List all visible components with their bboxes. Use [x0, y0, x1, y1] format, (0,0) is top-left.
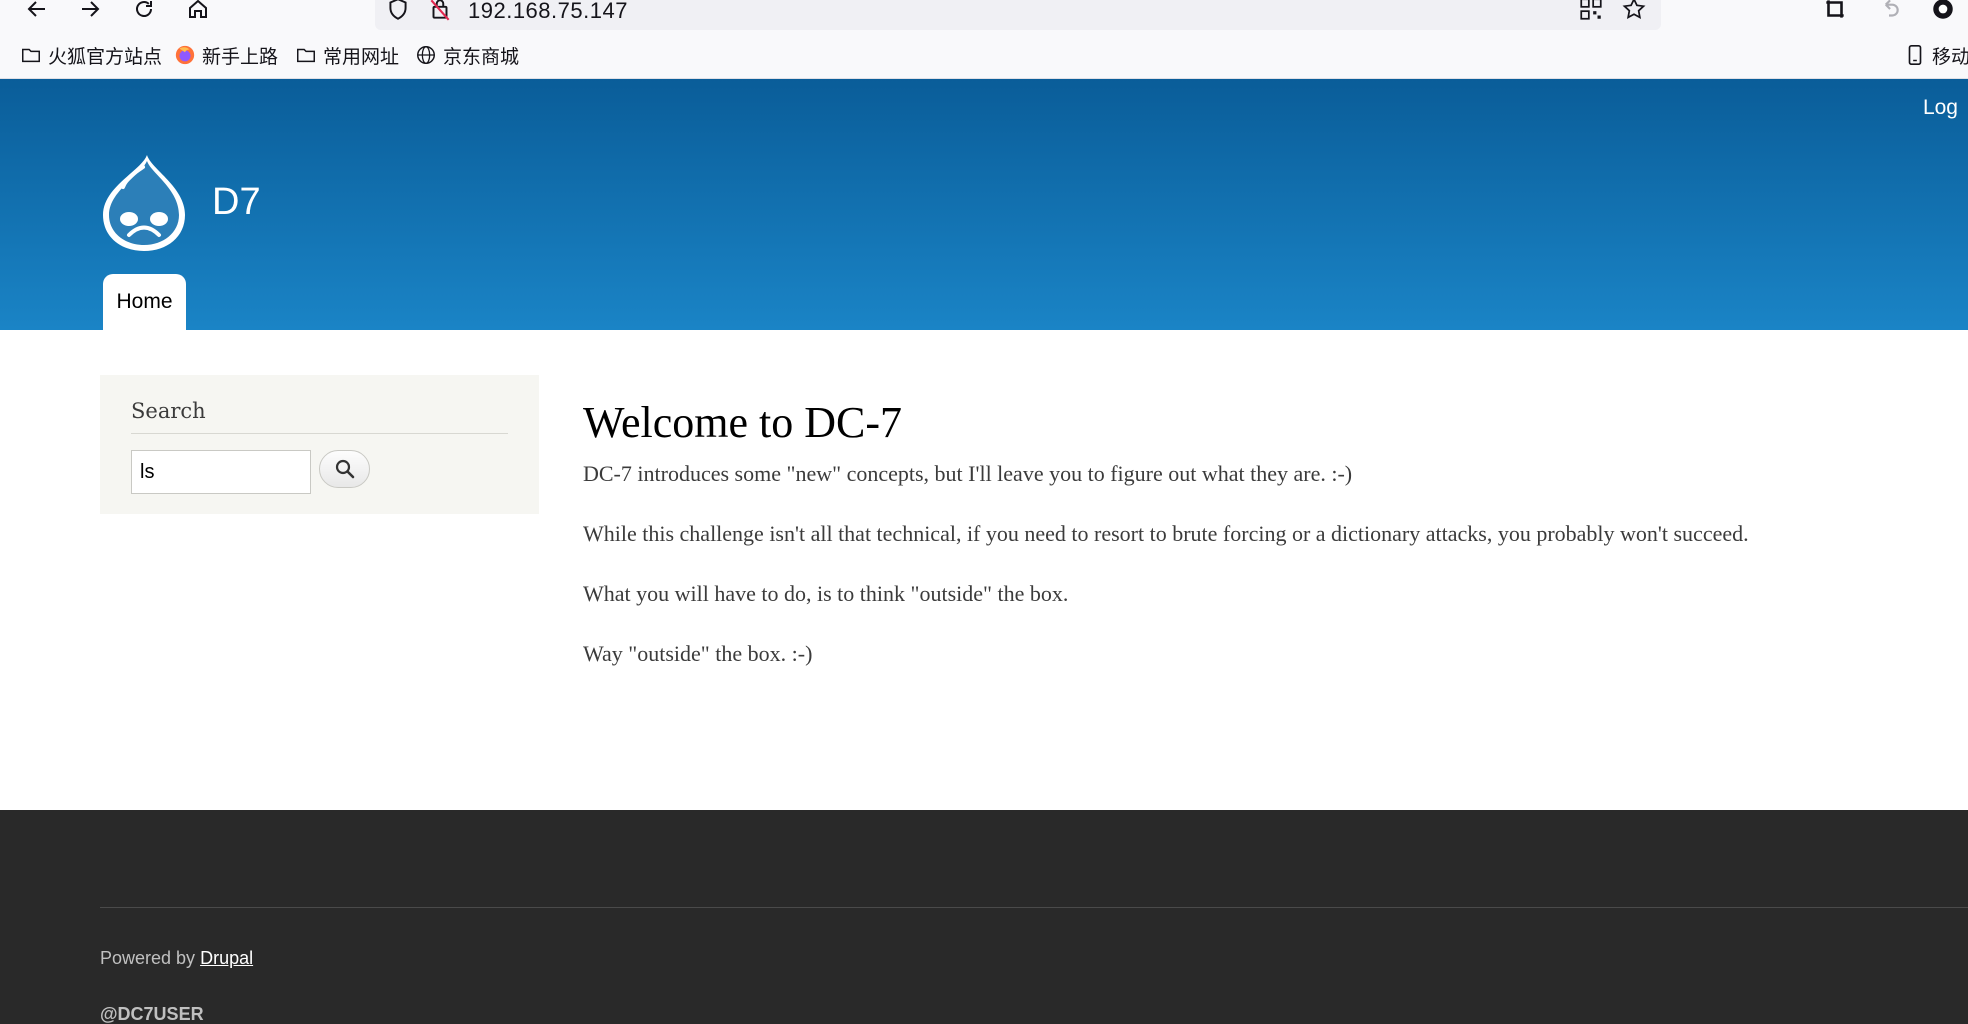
divider [100, 907, 1968, 908]
firefox-icon [175, 45, 195, 65]
url-text[interactable]: 192.168.75.147 [468, 0, 628, 24]
content-paragraph: DC-7 introduces some "new" concepts, but… [583, 461, 1353, 486]
home-button[interactable] [180, 0, 216, 24]
bookmarks-bar: 火狐官方站点 新手上路 常用网址 京东商城 移动设 [0, 30, 1968, 79]
account-icon[interactable] [1930, 0, 1962, 26]
shield-icon[interactable] [385, 0, 413, 24]
folder-icon [22, 48, 40, 63]
divider [131, 433, 508, 434]
content-paragraph: While this challenge isn't all that tech… [583, 521, 1749, 546]
powered-by-prefix: Powered by [100, 948, 196, 968]
mobile-bookmarks[interactable]: 移动设 [1904, 42, 1968, 68]
bookmark-star-icon[interactable] [1621, 0, 1649, 24]
folder-icon [297, 48, 315, 63]
insecure-lock-icon[interactable] [427, 0, 455, 24]
browser-toolbar: 192.168.75.147 [0, 0, 1968, 30]
site-name[interactable]: D7 [212, 181, 261, 224]
reload-icon [136, 1, 152, 17]
bookmark-label: 火狐官方站点 [48, 46, 163, 68]
bookmark-item[interactable]: 京东商城 [415, 42, 519, 68]
globe-icon [417, 46, 435, 64]
footer-user-text: @DC7USER [100, 1004, 204, 1024]
login-link[interactable]: Log [1923, 96, 1958, 120]
site-footer: Powered by Drupal @DC7USER [0, 810, 1968, 1024]
bookmark-item[interactable]: 常用网址 [295, 42, 399, 68]
undo-icon[interactable] [1876, 0, 1908, 26]
content-paragraph: Way "outside" the box. :-) [583, 641, 813, 666]
arrow-right-icon [82, 1, 100, 17]
site-header: Log D7 Home [0, 79, 1968, 330]
search-block: Search [100, 375, 539, 514]
mobile-phone-icon [1908, 45, 1922, 65]
search-icon [335, 459, 354, 479]
content-paragraph: What you will have to do, is to think "o… [583, 581, 1069, 606]
search-block-title: Search [131, 399, 206, 423]
bookmark-item[interactable]: 新手上路 [174, 42, 278, 68]
drupal-logo-icon[interactable] [99, 153, 189, 253]
home-icon [189, 0, 207, 18]
qr-code-icon[interactable] [1578, 0, 1606, 24]
bookmark-label: 新手上路 [202, 46, 279, 68]
main-content: Welcome to DC-7 DC-7 introduces some "ne… [583, 397, 1953, 699]
search-input[interactable] [131, 450, 311, 494]
tab-home[interactable]: Home [103, 274, 186, 330]
reload-button[interactable] [126, 0, 162, 24]
drupal-link[interactable]: Drupal [200, 948, 253, 968]
mobile-bookmarks-label: 移动设 [1932, 46, 1968, 68]
search-button[interactable] [319, 450, 370, 488]
back-button[interactable] [19, 0, 55, 24]
page-title: Welcome to DC-7 [583, 398, 903, 447]
bookmark-item[interactable]: 火狐官方站点 [20, 42, 162, 68]
bookmark-label: 京东商城 [443, 46, 520, 68]
extensions-icon[interactable] [1822, 0, 1854, 26]
powered-by: Powered by Drupal [100, 948, 253, 969]
bookmark-label: 常用网址 [323, 46, 400, 68]
forward-button[interactable] [72, 0, 108, 24]
url-bar[interactable]: 192.168.75.147 [375, 0, 1661, 30]
arrow-left-icon [27, 1, 45, 17]
content-area: Search Welcome to DC-7 DC-7 introduces s… [0, 330, 1968, 810]
